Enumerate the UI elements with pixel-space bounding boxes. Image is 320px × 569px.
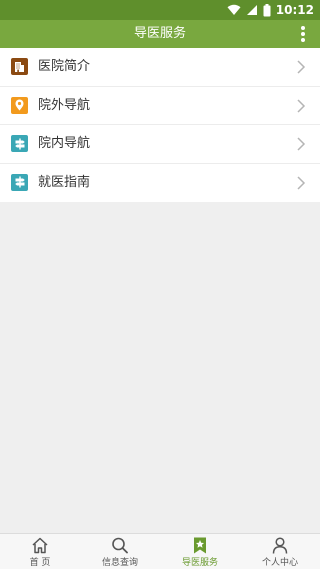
- bookmark-star-icon: [194, 537, 206, 554]
- tab-label: 首 页: [29, 558, 51, 568]
- more-dot-icon: [301, 38, 305, 42]
- tab-personal-center[interactable]: 个人中心: [240, 534, 320, 569]
- chevron-right-icon: [297, 60, 306, 74]
- menu-item-inside-navigation[interactable]: 院内导航: [0, 125, 320, 164]
- battery-icon: [263, 3, 271, 16]
- hospital-building-icon: [11, 58, 28, 75]
- location-pin-icon: [11, 96, 28, 114]
- more-options-button[interactable]: [296, 25, 310, 43]
- page-title: 导医服务: [133, 26, 186, 41]
- menu-item-outside-navigation[interactable]: 院外导航: [0, 87, 320, 125]
- tab-guide-service[interactable]: 导医服务: [160, 534, 240, 569]
- service-menu: 医院简介 院外导航 院内导航 就医指南: [0, 48, 320, 202]
- menu-item-label: 医院简介: [38, 59, 91, 74]
- chevron-right-icon: [297, 137, 306, 151]
- person-icon: [272, 537, 288, 554]
- tab-label: 个人中心: [261, 558, 298, 568]
- signal-icon: [246, 5, 257, 15]
- search-icon: [112, 537, 128, 554]
- chevron-right-icon: [297, 98, 306, 113]
- tab-label: 信息查询: [101, 558, 138, 568]
- menu-item-hospital-intro[interactable]: 医院简介: [0, 48, 320, 87]
- app-bar: 导医服务: [0, 20, 320, 48]
- bottom-tab-bar: 首 页 信息查询 导医服务 个人中心: [0, 533, 320, 569]
- chevron-right-icon: [297, 175, 306, 190]
- tab-home[interactable]: 首 页: [0, 534, 80, 569]
- more-dot-icon: [301, 32, 305, 36]
- tab-info-query[interactable]: 信息查询: [80, 534, 160, 569]
- status-bar: 10:12: [0, 0, 320, 20]
- menu-item-medical-guide[interactable]: 就医指南: [0, 164, 320, 203]
- home-icon: [32, 537, 48, 554]
- menu-item-label: 院内导航: [38, 136, 91, 151]
- wifi-icon: [227, 4, 241, 15]
- tab-label: 导医服务: [181, 558, 218, 568]
- more-dot-icon: [301, 26, 305, 30]
- status-icons: 10:12: [227, 0, 314, 20]
- signpost-icon: [11, 173, 28, 191]
- status-time: 10:12: [275, 3, 314, 17]
- signpost-icon: [11, 135, 28, 152]
- menu-item-label: 就医指南: [38, 174, 91, 190]
- menu-item-label: 院外导航: [38, 97, 91, 113]
